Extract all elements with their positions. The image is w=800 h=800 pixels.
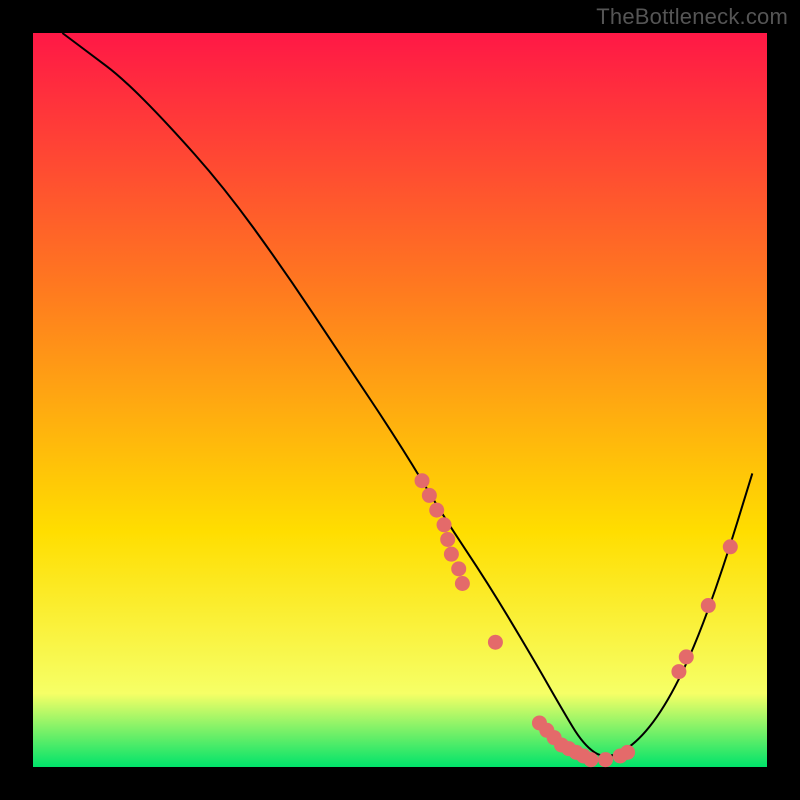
data-point — [437, 517, 452, 532]
data-point — [701, 598, 716, 613]
data-point — [455, 576, 470, 591]
data-point — [415, 473, 430, 488]
data-point — [429, 503, 444, 518]
data-point — [422, 488, 437, 503]
data-point — [444, 547, 459, 562]
data-point — [679, 649, 694, 664]
data-point — [723, 539, 738, 554]
bottleneck-chart — [0, 0, 800, 800]
chart-frame: TheBottleneck.com — [0, 0, 800, 800]
plot-area — [33, 33, 767, 767]
data-point — [488, 635, 503, 650]
data-point — [598, 752, 613, 767]
watermark-text: TheBottleneck.com — [596, 4, 788, 30]
data-point — [671, 664, 686, 679]
data-point — [620, 745, 635, 760]
data-point — [583, 752, 598, 767]
data-point — [451, 561, 466, 576]
data-point — [440, 532, 455, 547]
